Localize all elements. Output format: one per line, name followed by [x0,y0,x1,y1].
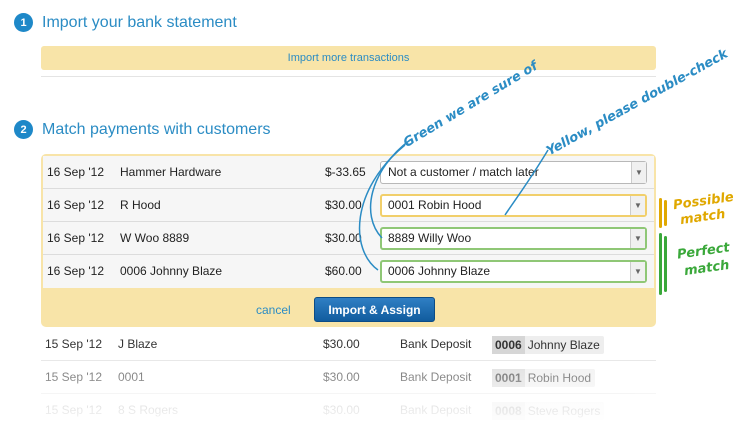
possible-bracket [664,200,667,226]
perfect-bracket [659,233,662,295]
arrow-yellow [504,149,549,216]
arrow-green-1 [369,139,411,239]
annotation-arrows [358,139,549,271]
perfect-bracket [664,236,667,292]
arrow-green-2 [358,144,406,271]
possible-bracket [659,198,662,228]
